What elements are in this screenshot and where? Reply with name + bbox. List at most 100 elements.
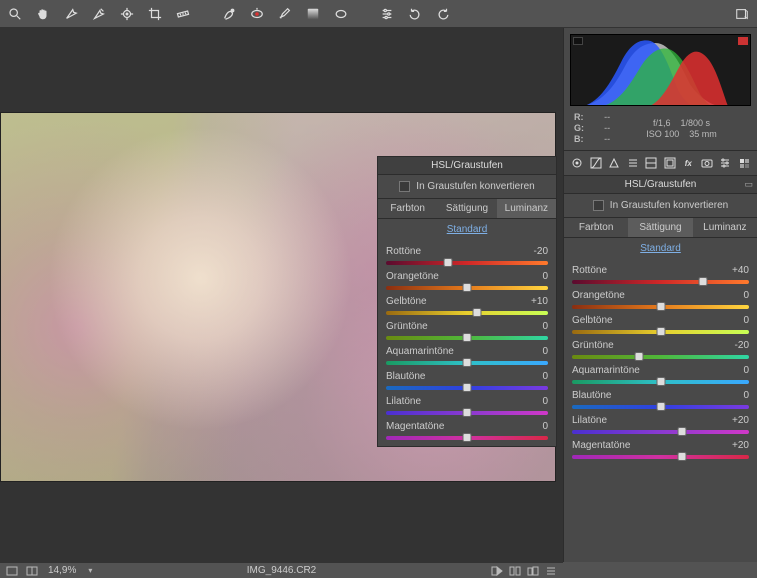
value-red[interactable]: -20	[534, 246, 548, 257]
mark-icon[interactable]	[733, 5, 751, 23]
collapse-icon[interactable]: ▭	[744, 179, 753, 190]
hsl-side-panel: HSL/Graustufen▭ In Graustufen konvertier…	[564, 176, 757, 465]
label-blue: Blautöne	[386, 371, 425, 382]
module-snapshots-icon[interactable]	[737, 155, 752, 171]
slider-aqua[interactable]	[386, 361, 548, 365]
slider-red-s[interactable]	[572, 280, 749, 284]
before-after-icon[interactable]	[491, 565, 503, 577]
value-aqua-s[interactable]: 0	[743, 365, 749, 376]
slider-magenta-s[interactable]	[572, 455, 749, 459]
slider-aqua-s[interactable]	[572, 380, 749, 384]
slider-orange[interactable]	[386, 286, 548, 290]
slider-orange-s[interactable]	[572, 305, 749, 309]
slider-green-s[interactable]	[572, 355, 749, 359]
sliders-float: Rottöne -20 Orangetöne 0 Gelbtöne +10 Grünt…	[378, 246, 556, 446]
label-aqua: Aquamarintöne	[386, 346, 454, 357]
value-orange[interactable]: 0	[542, 271, 548, 282]
value-purple[interactable]: 0	[542, 396, 548, 407]
slider-purple[interactable]	[386, 411, 548, 415]
tab-saturation-side[interactable]: Sättigung	[628, 218, 692, 237]
preset-link-side[interactable]: Standard	[564, 238, 757, 259]
adjustment-brush-tool-icon[interactable]	[276, 5, 294, 23]
value-yellow[interactable]: +10	[531, 296, 548, 307]
slider-blue-s[interactable]	[572, 405, 749, 409]
label-yellow: Gelbtöne	[386, 296, 427, 307]
label-magenta: Magentatöne	[386, 421, 444, 432]
spot-removal-tool-icon[interactable]	[220, 5, 238, 23]
module-hsl-icon[interactable]	[626, 155, 641, 171]
tab-saturation[interactable]: Sättigung	[437, 199, 496, 218]
label-blue-s: Blautöne	[572, 390, 611, 401]
value-green[interactable]: 0	[542, 321, 548, 332]
copy-settings-icon[interactable]	[527, 565, 539, 577]
color-sampler-tool-icon[interactable]	[90, 5, 108, 23]
label-orange-s: Orangetöne	[572, 290, 625, 301]
hand-tool-icon[interactable]	[34, 5, 52, 23]
module-split-icon[interactable]	[644, 155, 659, 171]
value-magenta-s[interactable]: +20	[732, 440, 749, 451]
right-sidebar: R:-- G:-- B:-- f/1,61/800 s ISO 10035 mm…	[563, 28, 757, 562]
value-magenta[interactable]: 0	[542, 421, 548, 432]
grayscale-label: In Graustufen konvertieren	[416, 181, 534, 192]
zoom-tool-icon[interactable]	[6, 5, 24, 23]
label-orange: Orangetöne	[386, 271, 439, 282]
hsl-tabs-float: Farbton Sättigung Luminanz	[378, 198, 556, 219]
value-blue-s[interactable]: 0	[743, 390, 749, 401]
crop-tool-icon[interactable]	[146, 5, 164, 23]
radial-filter-tool-icon[interactable]	[332, 5, 350, 23]
slider-purple-s[interactable]	[572, 430, 749, 434]
grayscale-checkbox-side[interactable]	[593, 200, 604, 211]
hsl-tabs-side: Farbton Sättigung Luminanz	[564, 217, 757, 238]
sliders-side: Rottöne+40 Orangetöne0 Gelbtöne0 Grüntön…	[564, 265, 757, 465]
histogram[interactable]	[570, 34, 751, 106]
zoom-level[interactable]: 14,9%	[48, 565, 76, 576]
label-magenta-s: Magentatöne	[572, 440, 630, 451]
canvas-area[interactable]: HSL/Graustufen In Graustufen konvertiere…	[0, 28, 563, 562]
preferences-icon[interactable]	[378, 5, 396, 23]
module-basic-icon[interactable]	[570, 155, 585, 171]
label-red-s: Rottöne	[572, 265, 607, 276]
preset-link[interactable]: Standard	[378, 219, 556, 240]
slider-yellow-s[interactable]	[572, 330, 749, 334]
redeye-tool-icon[interactable]	[248, 5, 266, 23]
label-green: Grüntöne	[386, 321, 428, 332]
module-presets-icon[interactable]	[718, 155, 733, 171]
tab-luminance[interactable]: Luminanz	[497, 199, 556, 218]
graduated-filter-tool-icon[interactable]	[304, 5, 322, 23]
white-balance-tool-icon[interactable]	[62, 5, 80, 23]
slider-magenta[interactable]	[386, 436, 548, 440]
view-split-icon[interactable]	[26, 565, 38, 577]
module-camera-icon[interactable]	[700, 155, 715, 171]
value-blue[interactable]: 0	[542, 371, 548, 382]
value-yellow-s[interactable]: 0	[743, 315, 749, 326]
module-fx-icon[interactable]: fx	[681, 155, 696, 171]
value-red-s[interactable]: +40	[732, 265, 749, 276]
straighten-tool-icon[interactable]	[174, 5, 192, 23]
value-green-s[interactable]: -20	[735, 340, 749, 351]
label-red: Rottöne	[386, 246, 421, 257]
rotate-ccw-icon[interactable]	[406, 5, 424, 23]
grayscale-checkbox[interactable]	[399, 181, 410, 192]
label-purple-s: Lilatöne	[572, 415, 607, 426]
zoom-dropdown-icon[interactable]: ▾	[84, 565, 96, 577]
value-purple-s[interactable]: +20	[732, 415, 749, 426]
slider-yellow[interactable]	[386, 311, 548, 315]
view-single-icon[interactable]	[6, 565, 18, 577]
exif-meta: R:-- G:-- B:-- f/1,61/800 s ISO 10035 mm	[564, 110, 757, 150]
slider-blue[interactable]	[386, 386, 548, 390]
value-orange-s[interactable]: 0	[743, 290, 749, 301]
sliders-icon[interactable]	[545, 565, 557, 577]
tab-hue-side[interactable]: Farbton	[564, 218, 628, 237]
module-detail-icon[interactable]	[607, 155, 622, 171]
rotate-cw-icon[interactable]	[434, 5, 452, 23]
tab-luminance-side[interactable]: Luminanz	[693, 218, 757, 237]
panel-title: HSL/Graustufen	[378, 157, 556, 175]
slider-green[interactable]	[386, 336, 548, 340]
tab-hue[interactable]: Farbton	[378, 199, 437, 218]
module-lens-icon[interactable]	[663, 155, 678, 171]
value-aqua[interactable]: 0	[542, 346, 548, 357]
swap-icon[interactable]	[509, 565, 521, 577]
target-adjust-tool-icon[interactable]	[118, 5, 136, 23]
slider-red[interactable]	[386, 261, 548, 265]
module-curve-icon[interactable]	[589, 155, 604, 171]
